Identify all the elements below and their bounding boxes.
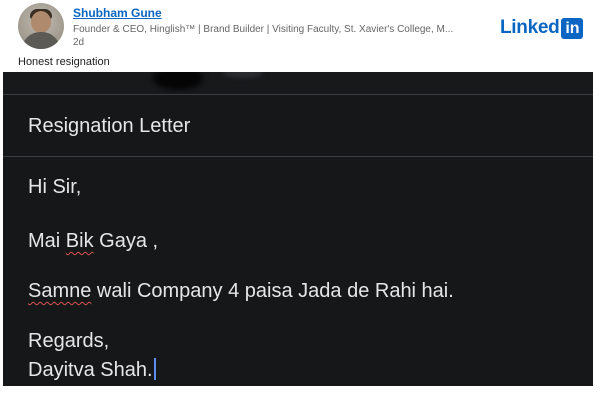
linkedin-post: Shubham Gune Founder & CEO, Hinglish™ | …: [0, 0, 600, 400]
letter-line: Mai Bik Gaya ,: [28, 230, 158, 253]
letter-signature-line: Dayitva Shah.: [28, 358, 156, 382]
letter-signature: Dayitva Shah.: [28, 359, 153, 381]
author-name-link[interactable]: Shubham Gune: [73, 6, 162, 20]
avatar[interactable]: [18, 3, 64, 49]
post-image[interactable]: Resignation Letter Hi Sir, Mai Bik Gaya …: [3, 72, 593, 386]
author-headline: Founder & CEO, Hinglish™ | Brand Builder…: [73, 24, 454, 35]
letter-greeting: Hi Sir,: [28, 176, 82, 198]
post-footer-space: [0, 386, 600, 400]
text-cursor: [153, 358, 156, 380]
image-blur-artifact: [223, 72, 263, 78]
linkedin-logo-box: in: [561, 17, 584, 39]
letter-text: wali Company 4 paisa Jada de Rahi hai.: [91, 280, 454, 302]
letter-closing: Regards,: [28, 330, 110, 352]
misspelled-word: Samne: [28, 280, 92, 302]
avatar-face: [31, 11, 51, 33]
linkedin-logo-word: Linked: [500, 17, 560, 38]
post-timestamp: 2d: [73, 37, 85, 48]
image-top-strip: [3, 72, 593, 94]
avatar-shoulders: [22, 32, 60, 49]
image-blur-artifact: [153, 72, 203, 90]
post-header: Shubham Gune Founder & CEO, Hinglish™ | …: [0, 0, 600, 54]
divider: [3, 94, 593, 95]
misspelled-word: Bik: [65, 230, 94, 252]
letter-text: Mai: [28, 230, 66, 252]
letter-subject: Resignation Letter: [28, 115, 191, 137]
linkedin-logo-icon: Linked in: [500, 17, 584, 39]
letter-line: Samne wali Company 4 paisa Jada de Rahi …: [28, 280, 454, 303]
divider: [3, 156, 593, 157]
post-caption: Honest resignation: [18, 56, 110, 68]
letter-text: Gaya ,: [93, 230, 159, 252]
